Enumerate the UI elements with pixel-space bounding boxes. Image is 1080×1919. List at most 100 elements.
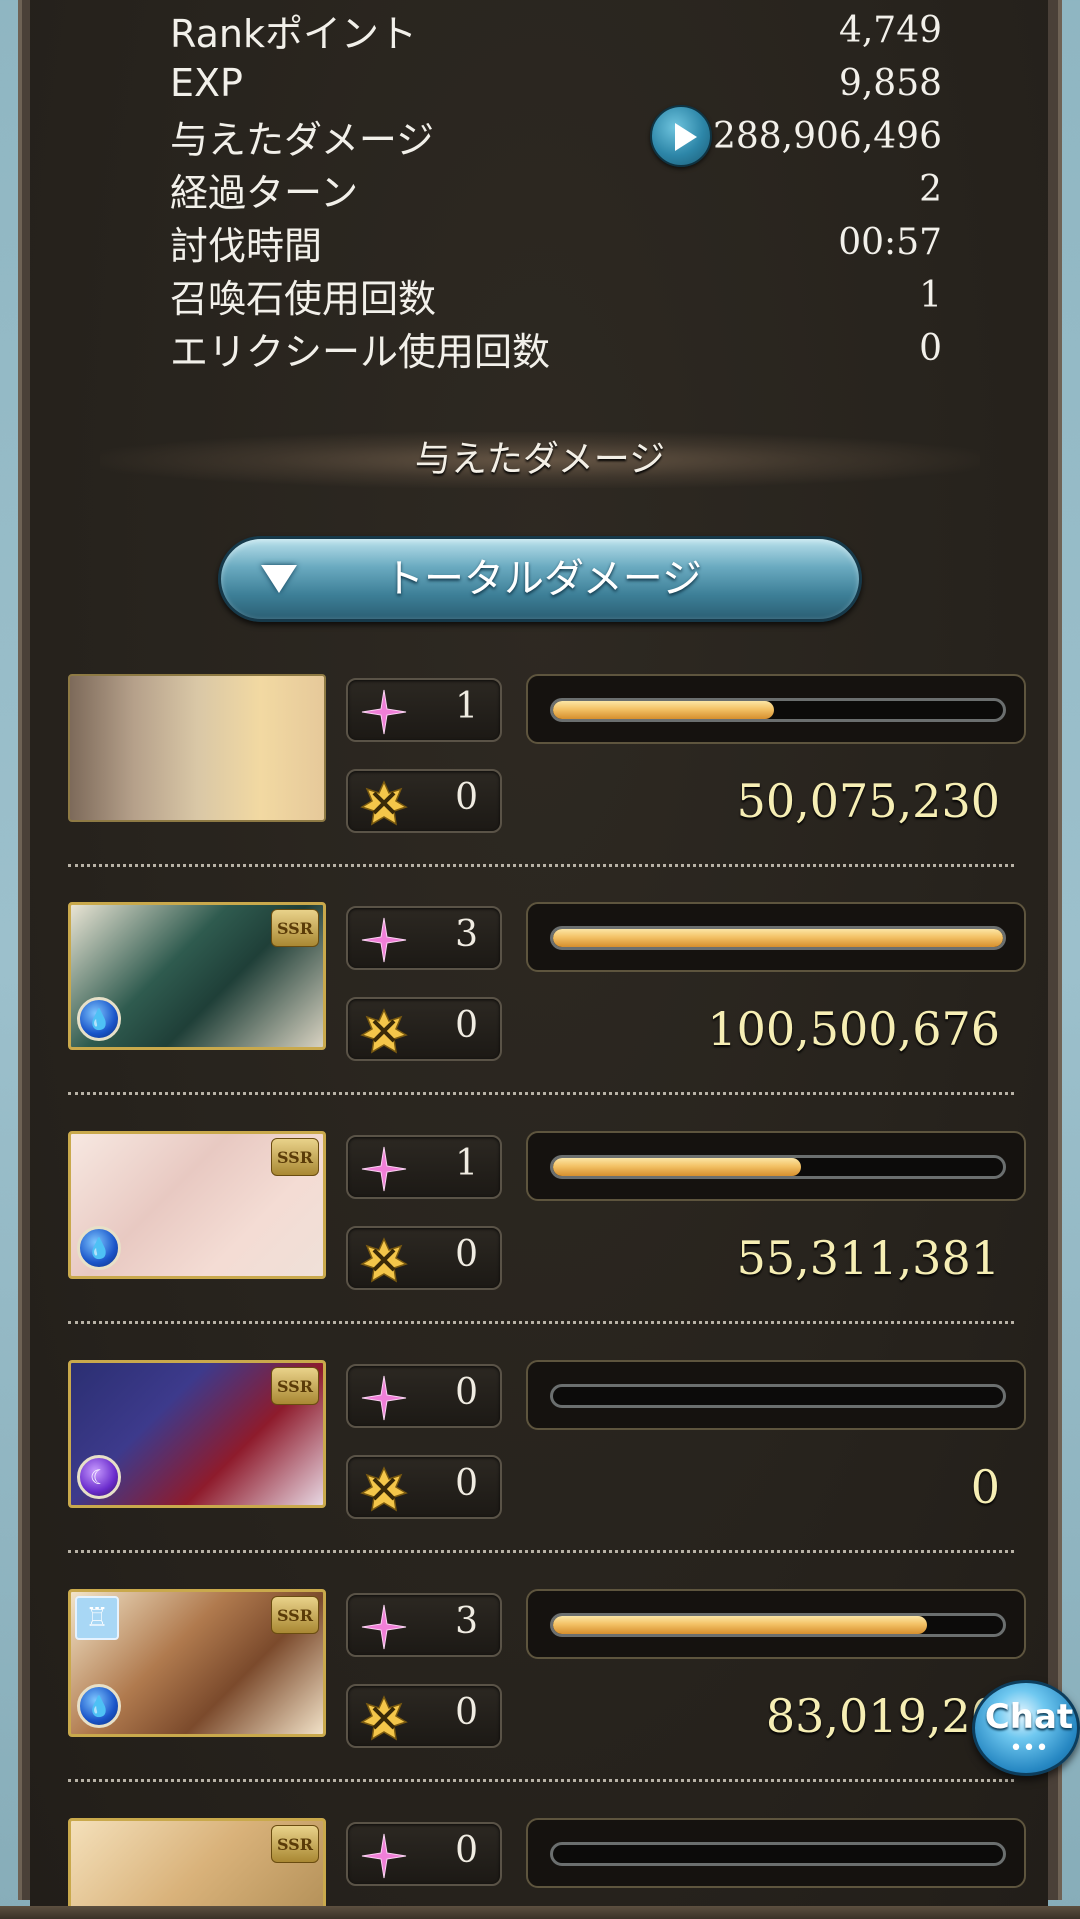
- stat-turns: 経過ターン 2: [170, 163, 942, 215]
- stat-value: 288,906,496: [712, 115, 942, 157]
- chat-dots-icon: •••: [1009, 1736, 1049, 1761]
- character-row: SSR ☾ 0 0 0: [68, 1356, 1026, 1546]
- stat-label: EXP: [170, 61, 243, 105]
- charge-attack-count-box: 0: [346, 1226, 502, 1290]
- damage-bar-track: [550, 1842, 1006, 1866]
- stat-label: エリクシール使用回数: [170, 329, 551, 374]
- stat-damage-dealt: 与えたダメージ 288,906,496: [170, 105, 942, 167]
- damage-bar: [526, 1131, 1026, 1201]
- special-count-box: 1: [346, 678, 502, 742]
- special-count-box: 1: [346, 1135, 502, 1199]
- ssr-badge: SSR: [271, 1596, 319, 1634]
- sparkle-icon: [361, 1146, 407, 1192]
- special-count-value: 3: [455, 1601, 478, 1642]
- sparkle-icon: [361, 689, 407, 735]
- results-panel: Rankポイント 4,749 EXP 9,858 与えたダメージ 288,906…: [0, 0, 1080, 1919]
- water-element-icon: 💧: [77, 997, 121, 1041]
- sparkle-icon: [361, 917, 407, 963]
- row-divider: [68, 864, 1014, 867]
- damage-value: 50,075,230: [736, 774, 1000, 828]
- sparkle-icon: [361, 1833, 407, 1879]
- damage-bar-fill: [553, 1158, 801, 1176]
- character-row: SSR 💧 ♖ 3 0 83,019,20: [68, 1585, 1026, 1775]
- stat-elixir-uses: エリクシール使用回数 0: [170, 322, 942, 374]
- stat-value: 0: [919, 327, 942, 369]
- row-divider: [68, 1779, 1014, 1782]
- character-portrait[interactable]: SSR 💧: [68, 902, 326, 1050]
- crossed-swords-icon: [360, 1466, 408, 1512]
- stat-value: 2: [919, 168, 942, 210]
- damage-bar: [526, 1360, 1026, 1430]
- damage-bar: [526, 1818, 1026, 1888]
- damage-bar-fill: [553, 701, 774, 719]
- damage-bar: [526, 902, 1026, 972]
- stat-summon-uses: 召喚石使用回数 1: [170, 269, 942, 321]
- charge-attack-count-box: 0: [346, 997, 502, 1061]
- crossed-swords-icon: [360, 1695, 408, 1741]
- stat-time: 討伐時間 00:57: [170, 216, 942, 268]
- stat-label: 与えたダメージ: [170, 117, 435, 162]
- character-portrait[interactable]: [68, 674, 326, 822]
- damage-bar-track: [550, 1155, 1006, 1179]
- special-count-box: 3: [346, 1593, 502, 1657]
- damage-bar-track: [550, 1384, 1006, 1408]
- charge-attack-count-value: 0: [455, 1692, 478, 1733]
- element-glyph: 💧: [86, 1007, 112, 1031]
- character-portrait[interactable]: SSR 💧 ♖: [68, 1589, 326, 1737]
- stat-value: 9,858: [838, 62, 942, 104]
- water-element-icon: 💧: [77, 1684, 121, 1728]
- special-count-box: 3: [346, 906, 502, 970]
- crossed-swords-icon: [360, 1008, 408, 1054]
- damage-bar-fill: [553, 1616, 927, 1634]
- stat-label: 経過ターン: [170, 170, 359, 215]
- special-count-value: 0: [455, 1372, 478, 1413]
- stat-value: 1: [919, 274, 942, 316]
- character-row: 1 0 50,075,230: [68, 670, 1026, 860]
- charge-attack-count-box: 0: [346, 1455, 502, 1519]
- dark-element-icon: ☾: [77, 1455, 121, 1499]
- play-replay-button[interactable]: [650, 105, 712, 167]
- charge-attack-count-box: 0: [346, 1684, 502, 1748]
- ssr-badge: SSR: [271, 1825, 319, 1863]
- character-portrait[interactable]: SSR ☾: [68, 1360, 326, 1508]
- damage-value: 55,311,381: [736, 1231, 1000, 1285]
- damage-type-dropdown[interactable]: トータルダメージ: [218, 536, 862, 622]
- special-count-value: 1: [455, 686, 478, 727]
- sparkle-icon: [361, 1375, 407, 1421]
- damage-bar-track: [550, 1613, 1006, 1637]
- stat-value: 00:57: [838, 221, 942, 263]
- ssr-badge: SSR: [271, 909, 319, 947]
- damage-value: 0: [970, 1460, 1000, 1514]
- stat-label: 召喚石使用回数: [170, 276, 437, 321]
- charge-attack-count-value: 0: [455, 777, 478, 818]
- damage-bar: [526, 674, 1026, 744]
- chat-button[interactable]: Chat •••: [972, 1680, 1080, 1776]
- charge-attack-count-value: 0: [455, 1463, 478, 1504]
- row-divider: [68, 1550, 1014, 1553]
- stat-label: Rankポイント: [170, 11, 417, 56]
- special-count-value: 3: [455, 914, 478, 955]
- damage-bar: [526, 1589, 1026, 1659]
- ssr-badge: SSR: [271, 1367, 319, 1405]
- element-glyph: 💧: [86, 1694, 112, 1718]
- bottom-frame: [0, 1906, 1080, 1919]
- charge-attack-count-box: 0: [346, 769, 502, 833]
- damage-value: 100,500,676: [707, 1002, 1000, 1056]
- chat-label: Chat: [984, 1697, 1074, 1737]
- character-row: SSR 0: [68, 1814, 1026, 1919]
- damage-value: 83,019,20: [765, 1689, 1000, 1743]
- special-count-value: 1: [455, 1143, 478, 1184]
- section-title-damage: 与えたダメージ: [100, 432, 980, 488]
- special-count-box: 0: [346, 1822, 502, 1886]
- ssr-badge: SSR: [271, 1138, 319, 1176]
- damage-bar-track: [550, 698, 1006, 722]
- special-count-value: 0: [455, 1830, 478, 1871]
- row-divider: [68, 1321, 1014, 1324]
- element-glyph: ☾: [90, 1465, 108, 1489]
- water-element-icon: 💧: [77, 1226, 121, 1270]
- damage-bar-fill: [553, 929, 1003, 947]
- character-portrait[interactable]: SSR: [68, 1818, 326, 1919]
- stat-exp: EXP 9,858: [170, 57, 942, 109]
- character-row: SSR 💧 3 0 100,500,676: [68, 898, 1026, 1088]
- character-portrait[interactable]: SSR 💧: [68, 1131, 326, 1279]
